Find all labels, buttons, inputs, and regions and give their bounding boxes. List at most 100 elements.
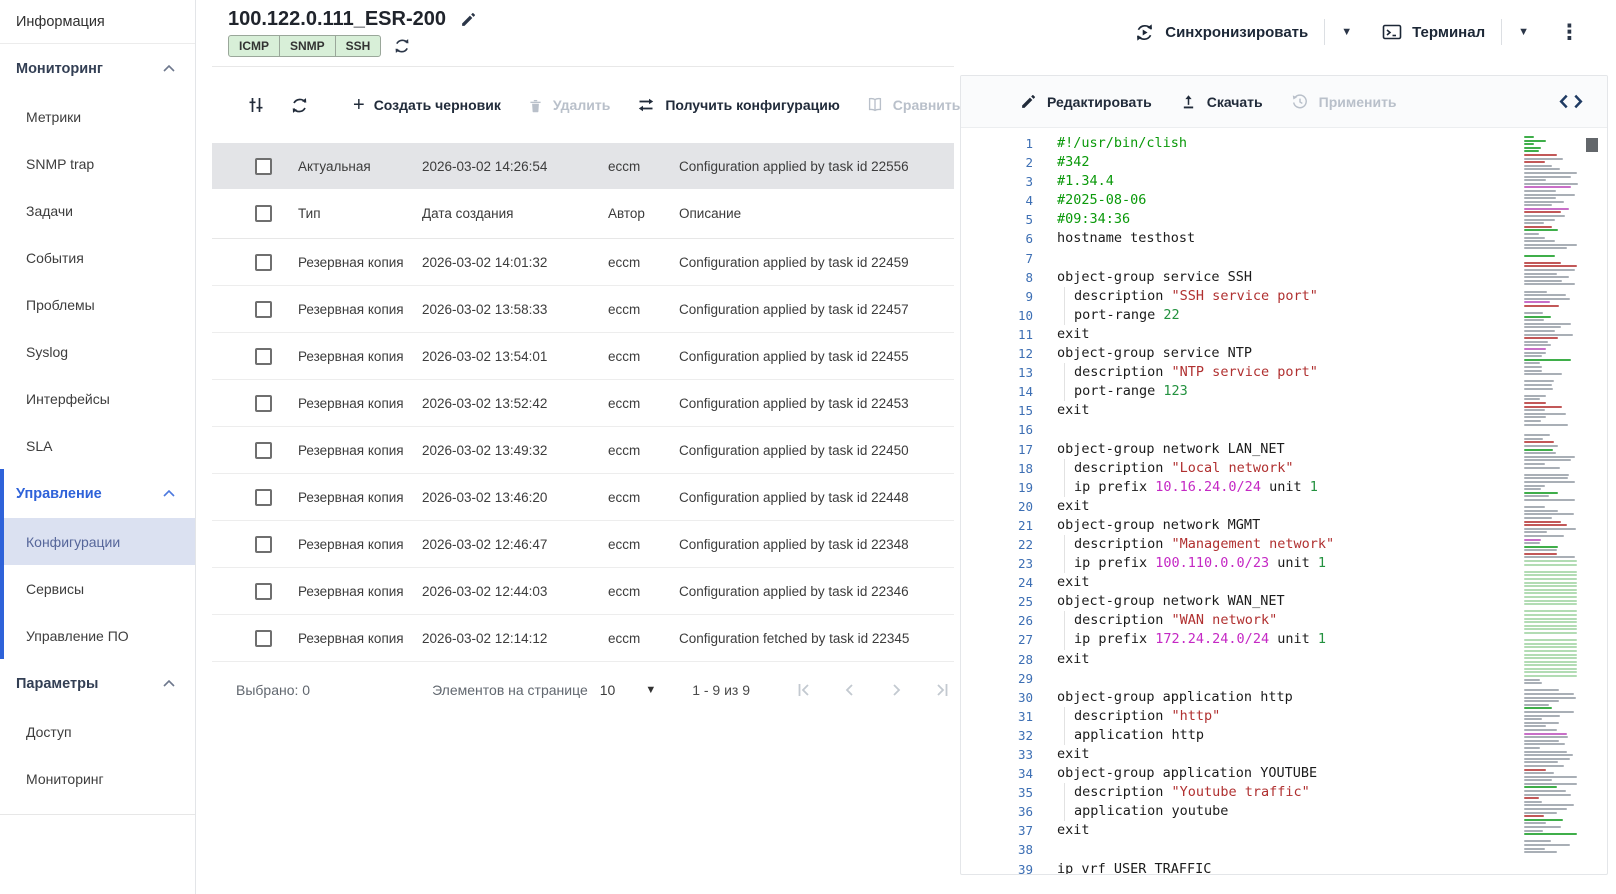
apply-label: Применить: [1319, 94, 1397, 110]
current-configuration-row[interactable]: Актуальная 2026-03-02 14:26:54 eccm Conf…: [212, 143, 954, 189]
compare-book-icon: [866, 96, 884, 114]
row-checkbox[interactable]: [255, 395, 272, 412]
sidebar-item-services[interactable]: Сервисы: [4, 565, 195, 612]
configuration-editor-panel: Редактировать Скачать Применить 1#!/usr/…: [960, 75, 1608, 875]
refresh-table-icon[interactable]: [290, 96, 309, 115]
code-view-toggle-icon[interactable]: [1559, 94, 1583, 109]
next-page-icon: [886, 680, 906, 700]
editor-toolbar: Редактировать Скачать Применить: [961, 76, 1607, 128]
edit-label: Редактировать: [1047, 94, 1152, 110]
table-row[interactable]: Резервная копия 2026-03-02 13:49:32 eccm…: [212, 427, 954, 474]
download-button[interactable]: Скачать: [1180, 93, 1263, 110]
code-lines: 1#!/usr/bin/clish2#3423#1.34.44#2025-08-…: [961, 134, 1607, 874]
sidebar-section-monitoring-header[interactable]: Мониторинг: [0, 44, 195, 93]
chevron-up-icon: [163, 490, 175, 497]
row-checkbox[interactable]: [255, 630, 272, 647]
row-checkbox[interactable]: [255, 158, 272, 175]
table-row[interactable]: Резервная копия 2026-03-02 12:44:03 eccm…: [212, 568, 954, 615]
table-header-row: Тип Дата создания Автор Описание: [212, 189, 954, 239]
sidebar: Информация Мониторинг Метрики SNMP trap …: [0, 0, 196, 894]
divider: [1324, 19, 1325, 45]
sync-dropdown-caret-icon[interactable]: ▼: [1341, 27, 1352, 38]
table-row[interactable]: Резервная копия 2026-03-02 14:01:32 eccm…: [212, 239, 954, 286]
swap-arrows-icon: [636, 95, 656, 115]
sidebar-item-access[interactable]: Доступ: [0, 708, 195, 755]
trash-icon: [527, 97, 544, 114]
protocol-badges: ICMP SNMP SSH: [228, 35, 381, 57]
edit-title-icon[interactable]: [460, 11, 477, 28]
badge-snmp: SNMP: [280, 36, 336, 56]
kebab-menu-icon[interactable]: ⋮: [1559, 20, 1580, 45]
sidebar-section-parameters-header[interactable]: Параметры: [0, 659, 195, 708]
table-row[interactable]: Резервная копия 2026-03-02 13:58:33 eccm…: [212, 286, 954, 333]
badge-ssh: SSH: [336, 36, 381, 56]
filter-icon[interactable]: [246, 95, 266, 115]
sidebar-divider: [0, 814, 195, 815]
table-row[interactable]: Резервная копия 2026-03-02 13:54:01 eccm…: [212, 333, 954, 380]
create-draft-label: Создать черновик: [374, 97, 501, 113]
editor-scrollbar-thumb[interactable]: [1586, 138, 1598, 152]
table-row[interactable]: Резервная копия 2026-03-02 13:46:20 eccm…: [212, 474, 954, 521]
compare-button: Сравнить: [866, 96, 961, 114]
sidebar-item-sla[interactable]: SLA: [0, 422, 195, 469]
row-checkbox[interactable]: [255, 348, 272, 365]
page-title: 100.122.0.111_ESR-200: [228, 8, 446, 31]
previous-page-icon: [840, 680, 860, 700]
row-checkbox[interactable]: [255, 254, 272, 271]
row-checkbox[interactable]: [255, 301, 272, 318]
edit-button[interactable]: Редактировать: [1020, 93, 1152, 110]
sidebar-item-configurations[interactable]: Конфигурации: [4, 518, 195, 565]
table-row[interactable]: Резервная копия 2026-03-02 12:14:12 eccm…: [212, 615, 954, 662]
last-page-icon: [932, 680, 952, 700]
delete-button: Удалить: [527, 97, 610, 114]
chevron-up-icon: [163, 680, 175, 687]
chevron-up-icon: [163, 65, 175, 72]
get-configuration-button[interactable]: Получить конфигурацию: [636, 95, 839, 115]
history-clock-icon: [1291, 93, 1309, 111]
sync-icon: [1134, 22, 1155, 43]
row-checkbox[interactable]: [255, 442, 272, 459]
sidebar-section-management: Управление Конфигурации Сервисы Управлен…: [0, 469, 195, 659]
column-header-date: Дата создания: [422, 206, 608, 221]
sidebar-section-monitoring: Мониторинг Метрики SNMP trap Задачи Собы…: [0, 44, 195, 469]
divider: [1501, 19, 1502, 45]
sidebar-item-problems[interactable]: Проблемы: [0, 281, 195, 328]
sidebar-item-information[interactable]: Информация: [0, 0, 195, 44]
arrow-up-from-line-icon: [1180, 93, 1197, 110]
terminal-dropdown-caret-icon[interactable]: ▼: [1518, 27, 1529, 38]
per-page-caret-icon[interactable]: ▼: [645, 684, 656, 696]
sidebar-item-interfaces[interactable]: Интерфейсы: [0, 375, 195, 422]
row-checkbox[interactable]: [255, 536, 272, 553]
sidebar-section-parameters: Параметры Доступ Мониторинг: [0, 659, 195, 802]
sidebar-item-metrics[interactable]: Метрики: [0, 93, 195, 140]
sync-button[interactable]: Синхронизировать: [1134, 22, 1308, 43]
select-all-checkbox[interactable]: [255, 205, 272, 222]
sidebar-item-software-management[interactable]: Управление ПО: [4, 612, 195, 659]
sidebar-item-events[interactable]: События: [0, 234, 195, 281]
row-checkbox[interactable]: [255, 583, 272, 600]
download-label: Скачать: [1207, 94, 1263, 110]
create-draft-button[interactable]: + Создать черновик: [353, 94, 501, 117]
table-row[interactable]: Резервная копия 2026-03-02 13:52:42 eccm…: [212, 380, 954, 427]
pencil-icon: [1020, 93, 1037, 110]
refresh-status-icon[interactable]: [393, 37, 411, 55]
terminal-button[interactable]: Терминал: [1382, 22, 1485, 42]
sidebar-item-snmp-trap[interactable]: SNMP trap: [0, 140, 195, 187]
sidebar-item-tasks[interactable]: Задачи: [0, 187, 195, 234]
editor-minimap[interactable]: [1523, 136, 1583, 864]
current-date: 2026-03-02 14:26:54: [422, 159, 608, 174]
column-header-author: Автор: [608, 206, 679, 221]
sidebar-section-management-header[interactable]: Управление: [4, 469, 195, 518]
current-description: Configuration applied by task id 22556: [679, 159, 954, 174]
row-checkbox[interactable]: [255, 489, 272, 506]
table-row[interactable]: Резервная копия 2026-03-02 12:46:47 eccm…: [212, 521, 954, 568]
per-page-select[interactable]: 10: [600, 682, 616, 698]
pagination-bar: Выбрано: 0 Элементов на странице 10 ▼ 1 …: [212, 664, 954, 716]
sidebar-item-syslog[interactable]: Syslog: [0, 328, 195, 375]
compare-label: Сравнить: [893, 97, 961, 113]
configurations-panel: + Создать черновик Удалить Получить конф…: [212, 66, 954, 716]
column-header-type: Тип: [298, 206, 422, 221]
column-header-description: Описание: [679, 206, 954, 221]
plus-icon: +: [353, 94, 365, 117]
sidebar-item-monitoring-params[interactable]: Мониторинг: [0, 755, 195, 802]
